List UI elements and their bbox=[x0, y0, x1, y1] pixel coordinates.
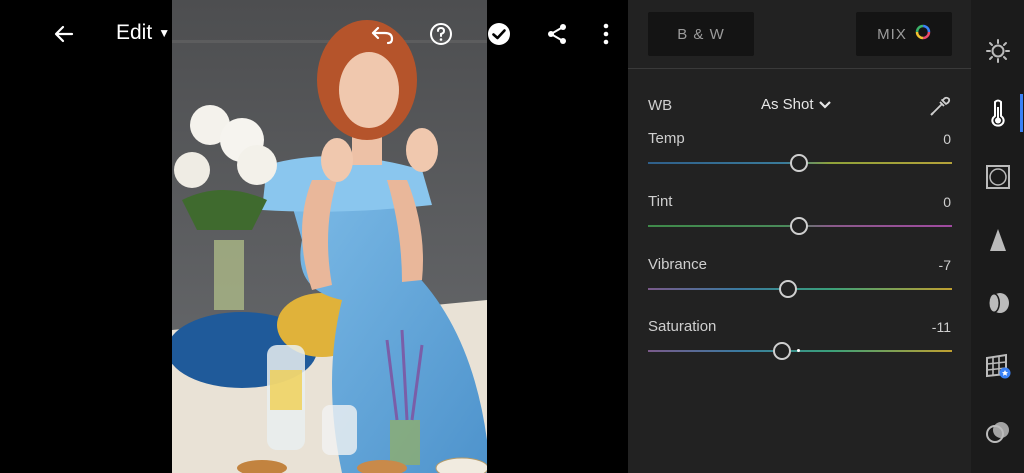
color-panel bbox=[628, 0, 971, 473]
vibrance-slider-track[interactable] bbox=[648, 288, 952, 290]
share-icon[interactable] bbox=[543, 20, 571, 48]
color-thermometer-icon[interactable] bbox=[984, 99, 1012, 127]
geometry-grid-icon[interactable] bbox=[984, 352, 1012, 380]
help-icon[interactable] bbox=[427, 20, 455, 48]
mix-button[interactable]: MIX bbox=[856, 12, 952, 56]
checkmark-icon[interactable] bbox=[485, 20, 513, 48]
wb-label: WB bbox=[648, 97, 673, 114]
top-bar: Edit ▼ bbox=[0, 0, 628, 68]
detail-triangle-icon[interactable] bbox=[984, 226, 1012, 254]
color-wheel-icon bbox=[915, 24, 931, 44]
optics-lens-icon[interactable] bbox=[984, 289, 1012, 317]
temp-value: 0 bbox=[943, 131, 951, 147]
edited-photo[interactable] bbox=[172, 0, 487, 473]
saturation-default-marker bbox=[797, 349, 800, 352]
presets-circles-icon[interactable] bbox=[984, 418, 1012, 446]
vibrance-label: Vibrance bbox=[648, 256, 707, 273]
tint-label: Tint bbox=[648, 193, 673, 210]
panel-divider bbox=[628, 68, 971, 69]
light-icon[interactable] bbox=[984, 37, 1012, 65]
vibrance-value: -7 bbox=[938, 257, 951, 273]
eyedropper-icon[interactable] bbox=[928, 94, 952, 122]
saturation-slider-knob[interactable] bbox=[773, 342, 791, 360]
saturation-value: -11 bbox=[931, 319, 951, 335]
dropdown-caret-icon: ▼ bbox=[158, 26, 171, 40]
tint-slider-knob[interactable] bbox=[790, 217, 808, 235]
wb-select[interactable]: As Shot bbox=[761, 96, 831, 113]
effects-frame-icon[interactable] bbox=[984, 163, 1012, 191]
more-vertical-icon[interactable] bbox=[592, 20, 620, 48]
white-balance-row: WB As Shot bbox=[648, 94, 952, 118]
vibrance-slider-knob[interactable] bbox=[779, 280, 797, 298]
tint-value: 0 bbox=[943, 194, 951, 210]
saturation-slider-track[interactable] bbox=[648, 350, 952, 352]
edit-menu-button[interactable]: Edit ▼ bbox=[116, 21, 170, 45]
saturation-label: Saturation bbox=[648, 318, 717, 335]
bw-button[interactable]: B & W bbox=[648, 12, 754, 56]
temp-label: Temp bbox=[648, 130, 685, 147]
temp-slider-knob[interactable] bbox=[790, 154, 808, 172]
mix-label: MIX bbox=[877, 25, 907, 43]
edit-label: Edit bbox=[116, 21, 153, 44]
chevron-down-icon bbox=[818, 100, 831, 109]
photo-canvas bbox=[0, 0, 628, 473]
back-arrow-icon[interactable] bbox=[50, 20, 78, 48]
bw-label: B & W bbox=[677, 25, 725, 43]
wb-value: As Shot bbox=[761, 96, 814, 113]
undo-icon[interactable] bbox=[369, 20, 397, 48]
active-tool-indicator bbox=[1020, 94, 1023, 132]
